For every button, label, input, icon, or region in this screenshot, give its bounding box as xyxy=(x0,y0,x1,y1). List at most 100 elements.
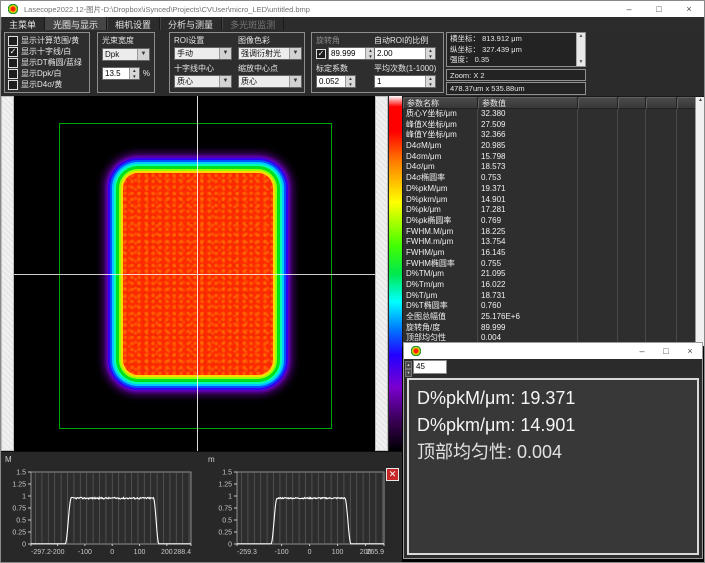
popup-close-button[interactable]: × xyxy=(678,343,702,359)
empty-cell xyxy=(646,248,677,259)
column-header-empty[interactable] xyxy=(677,97,696,109)
param-value-cell: 0.755 xyxy=(478,259,578,270)
table-row[interactable]: D%pk/μm17.281 xyxy=(403,205,705,216)
menu-tab[interactable]: 主菜单 xyxy=(1,17,45,30)
display-option-row[interactable]: 显示Dpk/白 xyxy=(8,68,89,79)
empty-cell xyxy=(578,109,618,120)
empty-cell xyxy=(618,301,646,312)
spinner-arrows-icon[interactable]: ▲▼ xyxy=(345,76,355,87)
table-row[interactable]: D%pk椭圆率0.769 xyxy=(403,216,705,227)
image-vertical-scrollbar-right[interactable] xyxy=(375,96,388,451)
image-color-select[interactable]: 强调衍射光 ▼ xyxy=(238,47,302,60)
profile-charts-panel: M00.250.50.7511.251.5-297.2-200-10001002… xyxy=(1,451,402,563)
minimize-button[interactable]: – xyxy=(614,1,644,17)
menu-tab[interactable]: 相机设置 xyxy=(107,17,160,30)
param-value-cell: 15.798 xyxy=(478,152,578,163)
menu-tab[interactable]: 分析与测量 xyxy=(160,17,222,30)
beam-width-value-input[interactable]: 13.5 ▲▼ xyxy=(102,67,140,80)
maximize-button[interactable]: □ xyxy=(644,1,674,17)
menu-tab[interactable]: 光圈与显示 xyxy=(45,17,107,30)
checkbox[interactable] xyxy=(8,36,18,46)
empty-cell xyxy=(618,120,646,131)
popup-spinner-icon[interactable]: ▲▼ xyxy=(405,361,412,374)
empty-cell xyxy=(646,184,677,195)
table-row[interactable]: 旋转角/度89.999 xyxy=(403,323,705,334)
empty-cell xyxy=(618,323,646,334)
table-row[interactable]: D4σ/μm18.573 xyxy=(403,162,705,173)
checkbox[interactable]: ✓ xyxy=(8,47,18,57)
auto-roi-ratio-input[interactable]: 2.00 ▲▼ xyxy=(374,47,436,60)
crosshair-horizontal-line xyxy=(14,274,375,275)
calibration-input[interactable]: 0.052 ▲▼ xyxy=(316,75,356,88)
chevron-down-icon[interactable]: ▼ xyxy=(289,76,301,87)
empty-cell xyxy=(578,291,618,302)
chevron-down-icon[interactable]: ▼ xyxy=(289,48,301,59)
table-row[interactable]: D4σm/μm15.798 xyxy=(403,152,705,163)
empty-cell xyxy=(677,323,696,334)
rotation-input[interactable]: 89.999 ▲▼ xyxy=(328,47,376,60)
crosshair-center-select[interactable]: 质心 ▼ xyxy=(174,75,232,88)
table-row[interactable]: D%Tm/μm16.022 xyxy=(403,280,705,291)
beam-width-method-select[interactable]: Dpk ▼ xyxy=(102,48,150,61)
image-vertical-scrollbar-left[interactable] xyxy=(1,96,14,451)
title-bar: Lasecope2022.12-图片-D:\Dropbox\iSynced\Pr… xyxy=(1,1,704,17)
roi-mode-value: 手动 xyxy=(175,48,219,59)
empty-cell xyxy=(646,152,677,163)
table-row[interactable]: D%T椭圆率0.760 xyxy=(403,301,705,312)
column-header-name[interactable]: 参数名称 xyxy=(403,97,478,109)
table-row[interactable]: 峰值Y坐标/μm32.366 xyxy=(403,130,705,141)
chevron-down-icon[interactable]: ▼ xyxy=(219,76,231,87)
display-option-row[interactable]: ✓显示十字线/白 xyxy=(8,46,89,57)
checkbox-label: 显示D4σ/黄 xyxy=(21,79,62,90)
checkbox[interactable] xyxy=(8,80,18,90)
empty-cell xyxy=(646,109,677,120)
checkbox[interactable] xyxy=(8,58,18,68)
roi-mode-select[interactable]: 手动 ▼ xyxy=(174,47,232,60)
zoom-center-label: 缩放中心点 xyxy=(238,63,302,74)
display-option-row[interactable]: 显示D4σ/黄 xyxy=(8,79,89,90)
column-header-empty[interactable] xyxy=(618,97,646,109)
param-value-cell: 89.999 xyxy=(478,323,578,334)
svg-text:0.5: 0.5 xyxy=(16,518,26,525)
table-row[interactable]: D4σM/μm20.985 xyxy=(403,141,705,152)
spinner-arrows-icon[interactable]: ▲▼ xyxy=(425,48,435,59)
table-row[interactable]: FWHM椭圆率0.755 xyxy=(403,259,705,270)
table-row[interactable]: FWHM.M/μm18.225 xyxy=(403,227,705,238)
image-color-value: 强调衍射光 xyxy=(239,48,289,59)
cursor-readout-scrollbar[interactable]: ▲▼ xyxy=(576,33,585,66)
empty-cell xyxy=(618,205,646,216)
param-name-cell: D4σ/μm xyxy=(403,162,478,173)
table-row[interactable]: FWHM.m/μm13.754 xyxy=(403,237,705,248)
column-header-value[interactable]: 参数值 xyxy=(478,97,578,109)
spinner-arrows-icon[interactable]: ▲▼ xyxy=(129,68,139,79)
table-row[interactable]: D4σ椭圆率0.753 xyxy=(403,173,705,184)
table-row[interactable]: 质心Y坐标/μm32.380 xyxy=(403,109,705,120)
zoom-center-select[interactable]: 质心 ▼ xyxy=(238,75,302,88)
checkbox[interactable] xyxy=(8,69,18,79)
table-row[interactable]: D%pkm/μm14.901 xyxy=(403,195,705,206)
parameter-table-scrollbar[interactable]: ▲ xyxy=(695,97,705,346)
close-charts-icon[interactable]: ✕ xyxy=(386,468,399,481)
table-row[interactable]: 峰值X坐标/μm27.509 xyxy=(403,120,705,131)
column-header-empty[interactable] xyxy=(646,97,677,109)
display-option-row[interactable]: 显示计算范围/黄 xyxy=(8,35,89,46)
table-row[interactable]: D%T/μm18.731 xyxy=(403,291,705,302)
popup-maximize-button[interactable]: □ xyxy=(654,343,678,359)
rotation-checkbox[interactable]: ✓ xyxy=(316,49,326,59)
beam-image-view[interactable] xyxy=(14,96,375,451)
popup-threshold-input[interactable]: 45 xyxy=(413,360,447,374)
table-row[interactable]: FWHM/μm16.145 xyxy=(403,248,705,259)
param-name-cell: FWHM.M/μm xyxy=(403,227,478,238)
column-header-empty[interactable] xyxy=(578,97,618,109)
table-row[interactable]: 全图总幅值25.176E+6 xyxy=(403,312,705,323)
empty-cell xyxy=(677,291,696,302)
display-option-row[interactable]: 显示DT椭圆/蓝绿 xyxy=(8,57,89,68)
close-button[interactable]: × xyxy=(674,1,704,17)
chevron-down-icon[interactable]: ▼ xyxy=(219,48,231,59)
spinner-arrows-icon[interactable]: ▲▼ xyxy=(425,76,435,87)
average-count-input[interactable]: 1 ▲▼ xyxy=(374,75,436,88)
chevron-down-icon[interactable]: ▼ xyxy=(137,49,149,60)
table-row[interactable]: D%TM/μm21.095 xyxy=(403,269,705,280)
table-row[interactable]: D%pkM/μm19.371 xyxy=(403,184,705,195)
popup-minimize-button[interactable]: – xyxy=(630,343,654,359)
